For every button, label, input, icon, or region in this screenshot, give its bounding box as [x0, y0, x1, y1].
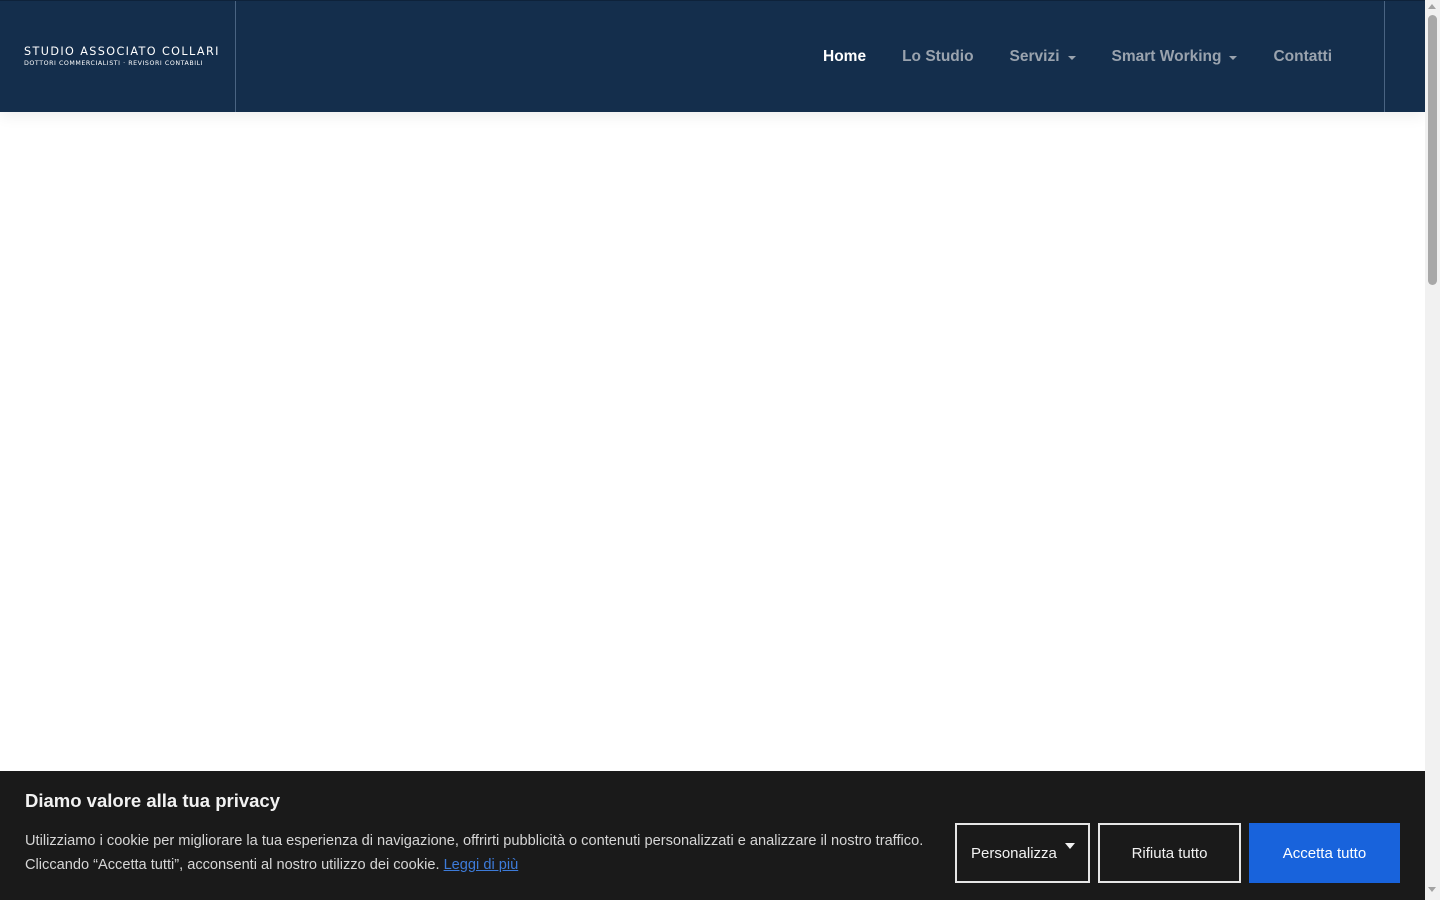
nav-item-lo-studio[interactable]: Lo Studio — [884, 48, 991, 66]
logo-subtitle: DOTTORI COMMERCIALISTI · REVISORI CONTAB… — [24, 60, 204, 67]
read-more-link[interactable]: Leggi di più — [444, 857, 519, 873]
accept-label: Accetta tutto — [1282, 844, 1367, 862]
logo-title: STUDIO ASSOCIATO COLLARI — [24, 45, 220, 58]
cookie-banner: Diamo valore alla tua privacy Utilizziam… — [0, 771, 1425, 900]
nav-item-label: Smart Working — [1111, 47, 1222, 65]
nav-item-contatti[interactable]: Contatti — [1255, 48, 1350, 66]
customize-label: Personalizza — [971, 844, 1057, 862]
scrollbar-thumb[interactable] — [1428, 15, 1437, 285]
main-nav: Home Lo Studio Servizi Smart Working Con… — [805, 1, 1350, 112]
logo[interactable]: STUDIO ASSOCIATO COLLARI DOTTORI COMMERC… — [0, 1, 236, 112]
nav-item-home[interactable]: Home — [805, 48, 884, 66]
caret-down-icon — [1065, 843, 1075, 849]
nav-item-label: Contatti — [1273, 47, 1333, 65]
site-header: STUDIO ASSOCIATO COLLARI DOTTORI COMMERC… — [0, 0, 1425, 112]
reject-label: Rifiuta tutto — [1131, 844, 1208, 862]
caret-down-icon — [1067, 55, 1076, 60]
caret-down-icon — [1229, 55, 1238, 60]
header-divider — [1384, 1, 1385, 112]
page: STUDIO ASSOCIATO COLLARI DOTTORI COMMERC… — [0, 0, 1440, 900]
reject-all-button[interactable]: Rifiuta tutto — [1098, 823, 1241, 883]
nav-item-servizi[interactable]: Servizi — [992, 48, 1094, 66]
nav-item-label: Home — [823, 47, 867, 65]
customize-button[interactable]: Personalizza — [955, 823, 1090, 883]
scroll-up-arrow-icon[interactable] — [1428, 4, 1436, 9]
cookie-title: Diamo valore alla tua privacy — [25, 790, 281, 811]
nav-item-label: Lo Studio — [902, 47, 974, 65]
nav-item-smart-working[interactable]: Smart Working — [1094, 48, 1256, 66]
cookie-text: Utilizziamo i cookie per migliorare la t… — [25, 829, 925, 877]
accept-all-button[interactable]: Accetta tutto — [1249, 823, 1400, 883]
scroll-down-arrow-icon[interactable] — [1428, 887, 1436, 892]
vertical-scrollbar[interactable] — [1425, 0, 1440, 900]
nav-item-label: Servizi — [1009, 47, 1060, 65]
